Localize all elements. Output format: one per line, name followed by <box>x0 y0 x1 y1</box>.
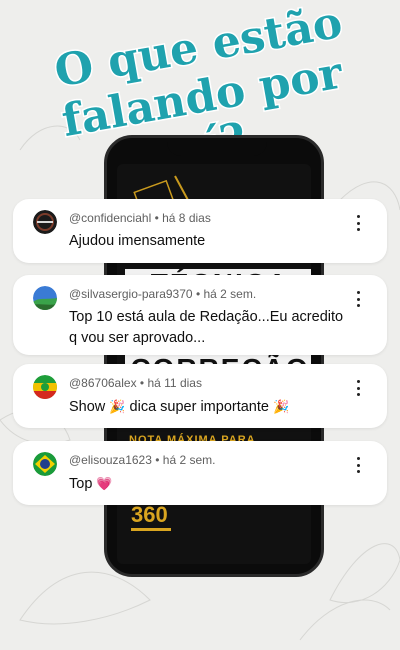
comment-author[interactable]: @silvasergio-para9370 <box>69 287 193 301</box>
kebab-menu-icon[interactable] <box>355 380 361 396</box>
comment-text: Show 🎉 dica super importante 🎉 <box>69 396 354 418</box>
kebab-menu-icon[interactable] <box>355 457 361 473</box>
green-yellow-flag-avatar[interactable] <box>33 375 57 399</box>
comment-card: @elisouza1623 • há 2 sem. Top 💗 <box>13 441 387 505</box>
comment-card: @silvasergio-para9370 • há 2 sem. Top 10… <box>13 275 387 355</box>
meta-separator: • <box>155 453 160 467</box>
comment-time[interactable]: há 2 sem. <box>163 453 216 467</box>
comment-time[interactable]: há 2 sem. <box>203 287 256 301</box>
comment-time[interactable]: há 11 dias <box>147 376 202 390</box>
meta-separator: • <box>154 211 159 225</box>
meta-separator: • <box>139 376 145 390</box>
comment-meta: @silvasergio-para9370 • há 2 sem. <box>69 287 256 301</box>
comment-text-start: Top <box>69 476 93 492</box>
comment-meta: @elisouza1623 • há 2 sem. <box>69 453 216 467</box>
comment-time[interactable]: há 8 dias <box>162 211 211 225</box>
comment-card: @86706alex • há 11 dias Show 🎉 dica supe… <box>13 364 387 428</box>
comment-text: Top 💗 <box>69 473 354 495</box>
kebab-menu-icon[interactable] <box>355 291 361 307</box>
dark-logo-avatar[interactable] <box>33 210 57 234</box>
party-popper-icon: 🎉 <box>109 399 126 414</box>
poster-logo-underline <box>131 528 171 531</box>
comment-card: @confidenciahl • há 8 dias Ajudou imensa… <box>13 199 387 263</box>
phone-notch <box>167 138 267 156</box>
party-popper-icon: 🎉 <box>273 399 290 414</box>
comment-text: Top 10 está aula de Redação...Eu acredit… <box>69 309 344 346</box>
brazil-flag-avatar[interactable] <box>33 452 57 476</box>
kebab-menu-icon[interactable] <box>355 215 361 231</box>
comment-text-middle: dica super importante <box>129 399 269 415</box>
comment-meta: @confidenciahl • há 8 dias <box>69 211 211 225</box>
comment-text-start: Show <box>69 399 106 415</box>
blue-landscape-avatar[interactable] <box>33 286 57 310</box>
comment-text: Ajudou imensamente <box>69 233 206 249</box>
comment-author[interactable]: @86706alex <box>69 376 137 390</box>
comment-meta: @86706alex • há 11 dias <box>69 376 202 390</box>
pink-heart-icon: 💗 <box>96 476 113 491</box>
comment-author[interactable]: @elisouza1623 <box>69 453 152 467</box>
meta-separator: • <box>195 287 201 301</box>
poster-logo: 360 <box>131 502 168 527</box>
comment-author[interactable]: @confidenciahl <box>69 211 151 225</box>
